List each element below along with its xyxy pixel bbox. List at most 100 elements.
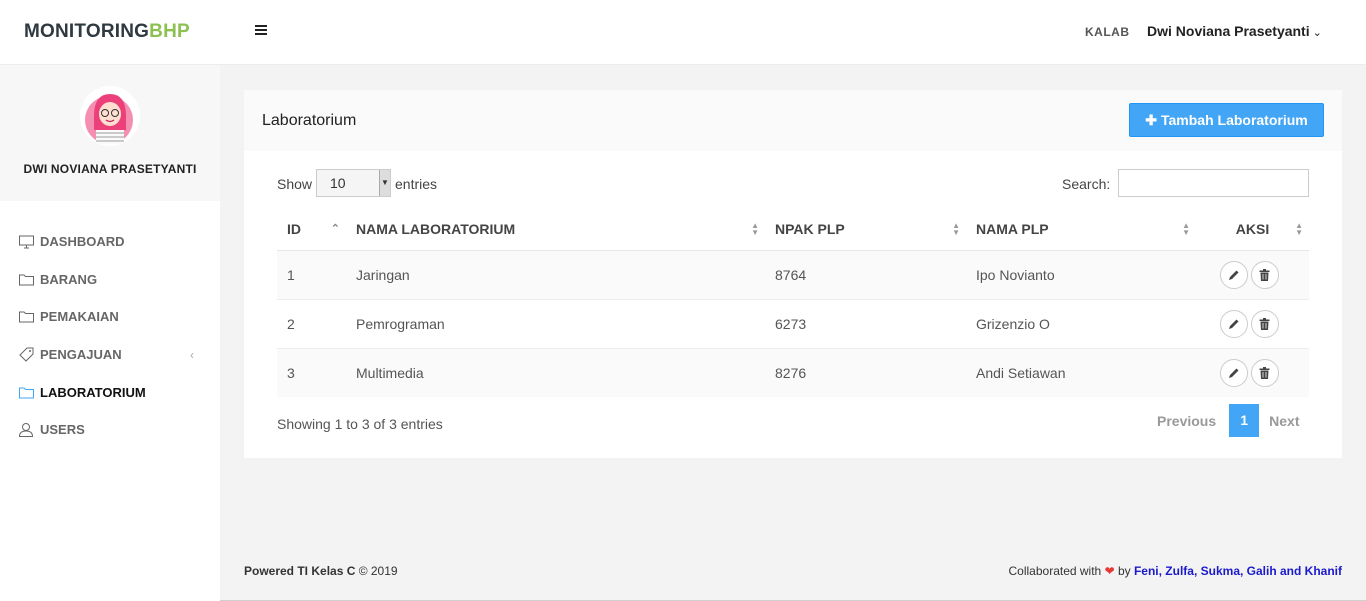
edit-button[interactable] <box>1219 260 1248 289</box>
footer-credits: Powered TI Kelas C © 2019 <box>244 564 398 578</box>
avatar <box>80 86 140 146</box>
pencil-icon <box>1228 368 1238 378</box>
sort-icon: ▲ ▼ <box>1295 221 1303 237</box>
pagination: Previous 1 Next <box>1144 404 1300 437</box>
user-menu-dropdown[interactable]: Dwi Noviana Prasetyanti ⌄ <box>1147 23 1322 39</box>
plus-icon: ✚ <box>1145 112 1157 128</box>
laboratorium-card: Laboratorium ✚ Tambah Laboratorium Show 1… <box>244 90 1342 458</box>
cell-npak-plp: 8276 <box>765 348 966 397</box>
folder-icon <box>18 384 34 400</box>
footer-powered: Powered TI Kelas C <box>244 564 356 578</box>
top-navbar: MONITORINGBHP KALAB Dwi Noviana Prasetya… <box>0 0 1366 65</box>
edit-button[interactable] <box>1219 309 1248 338</box>
sidebar-item-laboratorium[interactable]: LABORATORIUM <box>0 373 220 411</box>
sidebar-item-barang[interactable]: BARANG <box>0 261 220 299</box>
table-row: 2 Pemrograman 6273 Grizenzio O <box>277 299 1309 349</box>
column-label: ID <box>287 220 301 237</box>
column-header-aksi[interactable]: AKSI ▲ ▼ <box>1196 208 1309 251</box>
card-header: Laboratorium ✚ Tambah Laboratorium <box>244 90 1342 151</box>
pagination-next[interactable]: Next <box>1269 413 1299 429</box>
trash-icon <box>1259 317 1270 330</box>
sidebar-item-label: PENGAJUAN <box>40 347 122 363</box>
edit-button[interactable] <box>1219 358 1248 387</box>
user-name: Dwi Noviana Prasetyanti <box>1147 23 1310 39</box>
brand-part2: BHP <box>149 21 190 42</box>
sort-icon: ▲ ▼ <box>1182 221 1190 237</box>
page-size-value: 10 <box>330 175 346 191</box>
cell-id: 1 <box>277 250 346 300</box>
laboratorium-table: ID ⌃ NAMA LABORATORIUM ▲ ▼ NPAK PLP ▲ ▼ NAMA … <box>277 208 1309 397</box>
chevron-left-icon: ‹ <box>190 347 194 362</box>
brand-part1: MONITORING <box>24 21 150 42</box>
cell-nama-laboratorium: Multimedia <box>346 348 765 397</box>
column-label: NAMA PLP <box>976 220 1049 237</box>
pagination-previous[interactable]: Previous <box>1157 413 1216 429</box>
folder-icon <box>18 271 34 287</box>
table-header-row: ID ⌃ NAMA LABORATORIUM ▲ ▼ NPAK PLP ▲ ▼ NAMA … <box>277 208 1309 251</box>
delete-button[interactable] <box>1250 260 1279 289</box>
column-label: NPAK PLP <box>775 220 845 237</box>
cell-id: 3 <box>277 348 346 397</box>
user-icon <box>18 422 34 438</box>
cell-nama-laboratorium: Jaringan <box>346 250 765 300</box>
page-size-select[interactable]: 10 ▼ <box>316 169 391 197</box>
folder-icon <box>18 309 34 325</box>
cell-nama-plp: Ipo Novianto <box>966 250 1196 300</box>
user-role: KALAB <box>1085 25 1130 39</box>
column-label: AKSI <box>1235 220 1270 237</box>
entries-label: entries <box>395 176 438 192</box>
sidebar-item-label: USERS <box>40 422 85 438</box>
sidebar-item-pengajuan[interactable]: PENGAJUAN ‹ <box>0 336 220 374</box>
cell-npak-plp: 8764 <box>765 250 966 300</box>
column-label: NAMA LABORATORIUM <box>356 220 516 237</box>
sidebar: DWI NOVIANA PRASETYANTI DASHBOARD BARANG… <box>0 65 220 601</box>
sidebar-item-label: LABORATORIUM <box>40 384 146 400</box>
column-header-npak-plp[interactable]: NPAK PLP ▲ ▼ <box>765 208 966 251</box>
cell-aksi <box>1196 299 1309 349</box>
cell-id: 2 <box>277 299 346 349</box>
add-laboratorium-button[interactable]: ✚ Tambah Laboratorium <box>1129 103 1324 137</box>
sidebar-item-label: PEMAKAIAN <box>40 309 119 325</box>
sidebar-item-label: BARANG <box>40 271 98 287</box>
column-header-id[interactable]: ID ⌃ <box>277 208 346 251</box>
chevron-down-icon: ▼ <box>379 170 390 196</box>
tag-icon <box>18 347 34 363</box>
table-row: 3 Multimedia 8276 Andi Setiawan <box>277 348 1309 397</box>
sidebar-item-pemakaian[interactable]: PEMAKAIAN <box>0 298 220 336</box>
show-label: Show <box>277 176 313 192</box>
sidebar-nav: DASHBOARD BARANG PEMAKAIAN PENGAJUAN ‹ L… <box>0 223 220 449</box>
pagination-page-current[interactable]: 1 <box>1229 404 1260 437</box>
page-title: Laboratorium <box>262 112 357 129</box>
app-logo[interactable]: MONITORINGBHP <box>24 21 190 43</box>
cell-aksi <box>1196 348 1309 397</box>
pencil-icon <box>1228 319 1238 329</box>
column-header-nama-plp[interactable]: NAMA PLP ▲ ▼ <box>966 208 1196 251</box>
footer-collaborators: Collaborated with ❤ by Feni, Zulfa, Sukm… <box>1009 564 1343 578</box>
delete-button[interactable] <box>1250 358 1279 387</box>
sort-icon: ▲ ▼ <box>952 221 960 237</box>
cell-nama-plp: Grizenzio O <box>966 299 1196 349</box>
search-label: Search: <box>1062 176 1111 192</box>
footer-team-link[interactable]: Feni, Zulfa, Sukma, Galih and Khanif <box>1134 564 1342 578</box>
column-header-nama-laboratorium[interactable]: NAMA LABORATORIUM ▲ ▼ <box>346 208 765 251</box>
sidebar-item-dashboard[interactable]: DASHBOARD <box>0 223 220 261</box>
footer-by: by <box>1114 564 1134 578</box>
cell-nama-plp: Andi Setiawan <box>966 348 1196 397</box>
footer-year: © 2019 <box>355 564 398 578</box>
add-button-label: Tambah Laboratorium <box>1160 112 1308 128</box>
cell-nama-laboratorium: Pemrograman <box>346 299 765 349</box>
sidebar-item-users[interactable]: USERS <box>0 411 220 449</box>
sort-icon: ▲ ▼ <box>751 221 759 237</box>
trash-icon <box>1259 268 1270 281</box>
delete-button[interactable] <box>1250 309 1279 338</box>
sidebar-profile: DWI NOVIANA PRASETYANTI <box>0 65 220 201</box>
menu-toggle-icon[interactable] <box>255 25 267 37</box>
monitor-icon <box>18 234 34 250</box>
cell-aksi <box>1196 250 1309 300</box>
table-info: Showing 1 to 3 of 3 entries <box>277 416 443 432</box>
sort-asc-icon: ⌃ <box>330 223 340 235</box>
footer-collab-prefix: Collaborated with <box>1008 564 1105 578</box>
heart-icon: ❤ <box>1104 564 1115 578</box>
search-input[interactable] <box>1118 169 1309 197</box>
profile-name: DWI NOVIANA PRASETYANTI <box>23 162 197 176</box>
